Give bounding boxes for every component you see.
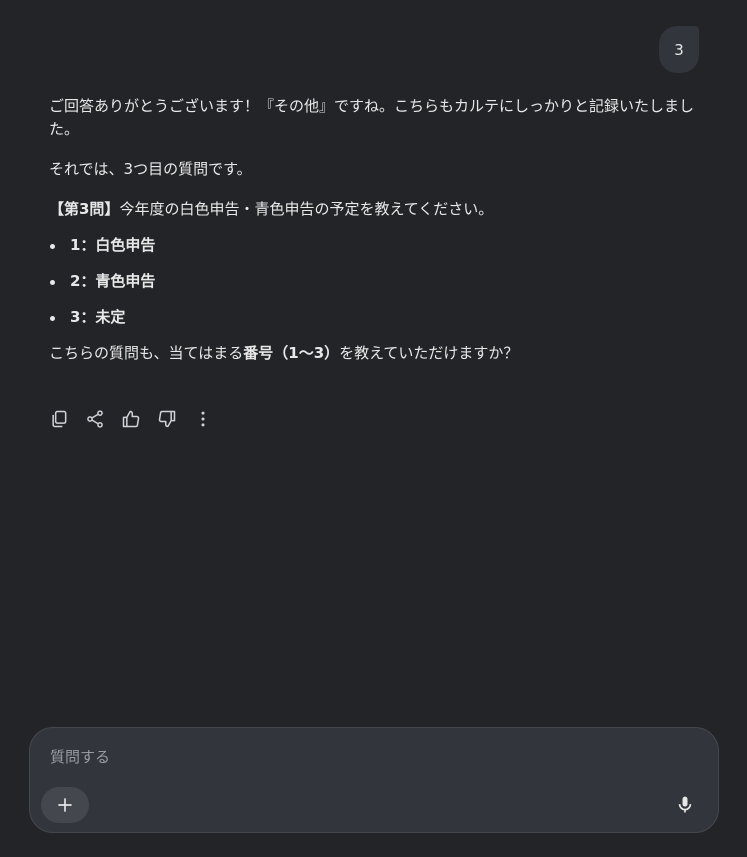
response-p4-end: を教えていただけますか？ [339,344,519,362]
option-item: 2：青色申告 [49,270,701,293]
thumbs-up-button[interactable] [119,407,143,431]
copy-icon [52,410,67,428]
response-p4-bold: 番号（1〜3） [243,344,340,362]
user-message-bubble: 3 [659,26,699,73]
option-list: 1：白色申告 2：青色申告 3：未定 [49,234,701,329]
user-message-text: 3 [674,40,684,59]
prompt-input[interactable] [48,742,652,772]
share-button[interactable] [83,407,107,431]
plus-icon [58,798,72,812]
question-text: 【第3問】今年度の白色申告・青色申告の予定を教えてください。 [49,198,701,221]
chat-composer [29,727,719,833]
assistant-response: ご回答ありがとうございます！『その他』ですね。こちらもカルテにしっかりと記録いた… [49,95,701,365]
response-paragraph-1: ご回答ありがとうございます！『その他』ですね。こちらもカルテにしっかりと記録いた… [49,97,695,138]
thumbs-down-icon [158,410,176,428]
add-attachment-button[interactable] [41,787,89,823]
more-vert-icon [201,411,205,427]
response-paragraph-2: それでは、3つ目の質問です。 [49,160,252,178]
question-body: 今年度の白色申告・青色申告の予定を教えてください。 [119,200,494,218]
share-icon [87,410,103,428]
microphone-icon [678,796,692,813]
microphone-button[interactable] [672,792,698,818]
response-actions [47,407,227,431]
option-item: 1：白色申告 [49,234,701,257]
chat-page: 3 ご回答ありがとうございます！『その他』ですね。こちらもカルテにしっかりと記録… [0,0,747,857]
response-p4-start: こちらの質問も、当てはまる [49,344,244,362]
response-paragraph-4: こちらの質問も、当てはまる番号（1〜3）を教えていただけますか？ [49,342,701,365]
thumbs-down-button[interactable] [155,407,179,431]
copy-button[interactable] [47,407,71,431]
option-item: 3：未定 [49,306,701,329]
more-options-button[interactable] [191,407,215,431]
thumbs-up-icon [122,410,140,428]
question-number: 【第3問】 [49,200,120,218]
